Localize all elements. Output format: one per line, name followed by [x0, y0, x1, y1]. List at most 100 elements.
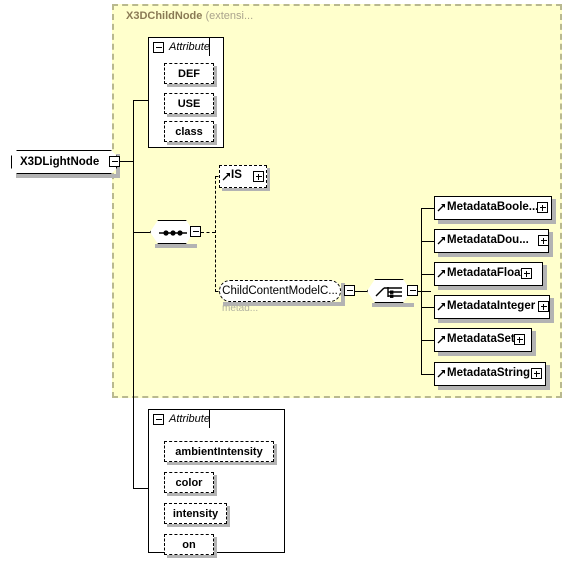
attribute-item-on[interactable]: on: [164, 534, 214, 555]
connector-fanout-to-metadata-1: [421, 241, 435, 242]
attribute-item-intensity-label: intensity: [172, 507, 219, 520]
element-is-expander[interactable]: [253, 171, 264, 182]
attribute-item-def-label: DEF: [178, 67, 200, 80]
attribute-item-ambientintensity[interactable]: ambientIntensity: [164, 441, 274, 462]
element-arrow-icon: [437, 237, 445, 245]
attribute-def-shadow-right: [214, 66, 217, 87]
schema-diagram-canvas: X3DChildNode (extensi... X3DLightNode At…: [0, 0, 578, 572]
attribute-class-shadow-right: [214, 124, 217, 145]
element-arrow-icon: [437, 336, 445, 344]
attribute-on-shadow-right: [214, 537, 217, 558]
attribute-ambientintensity-shadow: [167, 462, 277, 465]
attribute-item-use-label: USE: [177, 97, 201, 110]
connector-sequence-to-optional-branch: [201, 232, 215, 233]
metadata-element-5-expander[interactable]: [531, 368, 542, 379]
attribute-color-shadow: [167, 493, 217, 496]
group-reference-childcontentmodel[interactable]: ChildContentModelC...: [219, 280, 341, 302]
attribute-group-own-label: Attribute: [169, 413, 210, 425]
connector-fanout-to-metadata-4: [421, 340, 435, 341]
metadata-element-4-label: MetadataSet: [447, 333, 515, 345]
extension-region-suffix: (extensi...: [205, 10, 254, 22]
attribute-group-own-header[interactable]: Attribute: [148, 409, 210, 428]
sequence-compositor[interactable]: [150, 220, 194, 244]
attribute-item-use[interactable]: USE: [164, 93, 214, 114]
metadata-1-shadow: [438, 253, 552, 257]
attribute-class-shadow: [167, 142, 217, 145]
connector-root-to-trunk: [120, 161, 134, 162]
attribute-item-intensity[interactable]: intensity: [164, 503, 227, 524]
attribute-def-shadow: [167, 84, 217, 87]
choice-compositor-expander[interactable]: [407, 285, 418, 296]
metadata-0-shadow-right: [552, 199, 556, 224]
metadata-element-4-expander[interactable]: [514, 334, 525, 345]
metadata-3-shadow-right: [550, 298, 554, 323]
group-reference-expander[interactable]: [344, 285, 355, 296]
connector-main-trunk: [133, 100, 134, 489]
attribute-group-own-expander[interactable]: [153, 413, 164, 425]
connector-metadata-fanout-vertical: [421, 208, 422, 374]
connector-choice-to-fanout: [418, 291, 431, 292]
connector-fanout-to-metadata-0: [421, 208, 435, 209]
choice-compositor[interactable]: [367, 279, 411, 303]
metadata-5-shadow: [438, 386, 549, 390]
is-element-shadow-right: [267, 168, 270, 191]
attribute-intensity-shadow: [167, 524, 230, 527]
extension-region-title: X3DChildNode (extensi...: [126, 10, 253, 22]
attribute-item-ambientintensity-label: ambientIntensity: [175, 445, 263, 458]
metadata-element-1-expander[interactable]: [538, 235, 549, 246]
metadata-element-5-label: MetadataString: [447, 367, 531, 379]
attribute-item-color-label: color: [175, 476, 203, 489]
element-arrow-icon: [437, 204, 445, 212]
element-is-label: IS: [231, 169, 242, 181]
metadata-2-shadow-right: [543, 265, 547, 290]
metadata-element-2-label: MetadataFloat: [447, 267, 525, 279]
connector-trunk-to-attribute-group-top: [133, 100, 149, 101]
metadata-element-0-expander[interactable]: [537, 202, 548, 213]
metadata-element-3-label: MetadataInteger: [447, 300, 536, 312]
metadata-0-shadow: [438, 220, 555, 224]
connector-fanout-to-metadata-2: [421, 274, 435, 275]
metadata-5-shadow-right: [546, 365, 550, 390]
element-arrow-icon: [437, 303, 445, 311]
connector-optional-branch-vertical: [215, 176, 216, 292]
root-element-label: X3DLightNode: [20, 156, 100, 168]
element-arrow-icon: [222, 173, 230, 181]
group-reference-sub-label: metad...: [222, 303, 259, 314]
attribute-color-shadow-right: [214, 475, 217, 496]
element-arrow-icon: [437, 370, 445, 378]
metadata-element-2-expander[interactable]: [521, 268, 532, 279]
attribute-group-inherited-expander[interactable]: [153, 41, 164, 53]
group-reference-label: ChildContentModelC...: [222, 285, 338, 297]
connector-trunk-to-sequence: [133, 232, 150, 233]
attribute-item-class[interactable]: class: [164, 121, 214, 142]
attribute-use-shadow-right: [214, 96, 217, 117]
connector-group-ref-to-choice: [355, 291, 367, 292]
attribute-group-inherited-header[interactable]: Attribute: [148, 37, 210, 56]
connector-fanout-to-metadata-5: [421, 374, 435, 375]
attribute-item-on-label: on: [182, 538, 196, 551]
attribute-on-shadow: [167, 555, 217, 558]
attribute-item-class-label: class: [175, 125, 203, 138]
attribute-item-color[interactable]: color: [164, 472, 214, 493]
metadata-element-1-label: MetadataDou...: [447, 234, 529, 246]
attribute-item-def[interactable]: DEF: [164, 63, 214, 84]
metadata-1-shadow-right: [549, 232, 553, 257]
metadata-2-shadow: [438, 286, 546, 290]
attribute-intensity-shadow-right: [227, 506, 230, 527]
sequence-compositor-expander[interactable]: [190, 226, 201, 237]
metadata-4-shadow-right: [532, 331, 536, 356]
root-element-expander[interactable]: [109, 156, 120, 167]
root-element-x3dlightnode[interactable]: X3DLightNode: [11, 150, 117, 174]
metadata-3-shadow: [438, 319, 553, 323]
attribute-ambientintensity-shadow-right: [274, 444, 277, 465]
metadata-4-shadow: [438, 352, 535, 356]
connector-fanout-to-metadata-3: [421, 307, 435, 308]
attribute-group-inherited-label: Attribute: [169, 41, 210, 53]
metadata-element-3-expander[interactable]: [538, 301, 549, 312]
attribute-use-shadow: [167, 114, 217, 117]
element-arrow-icon: [437, 270, 445, 278]
sequence-compositor-shadow: [155, 244, 197, 248]
metadata-element-0-label: MetadataBoole...: [447, 201, 539, 213]
root-node-shadow: [16, 174, 120, 178]
extension-region-base-type: X3DChildNode: [126, 10, 203, 22]
